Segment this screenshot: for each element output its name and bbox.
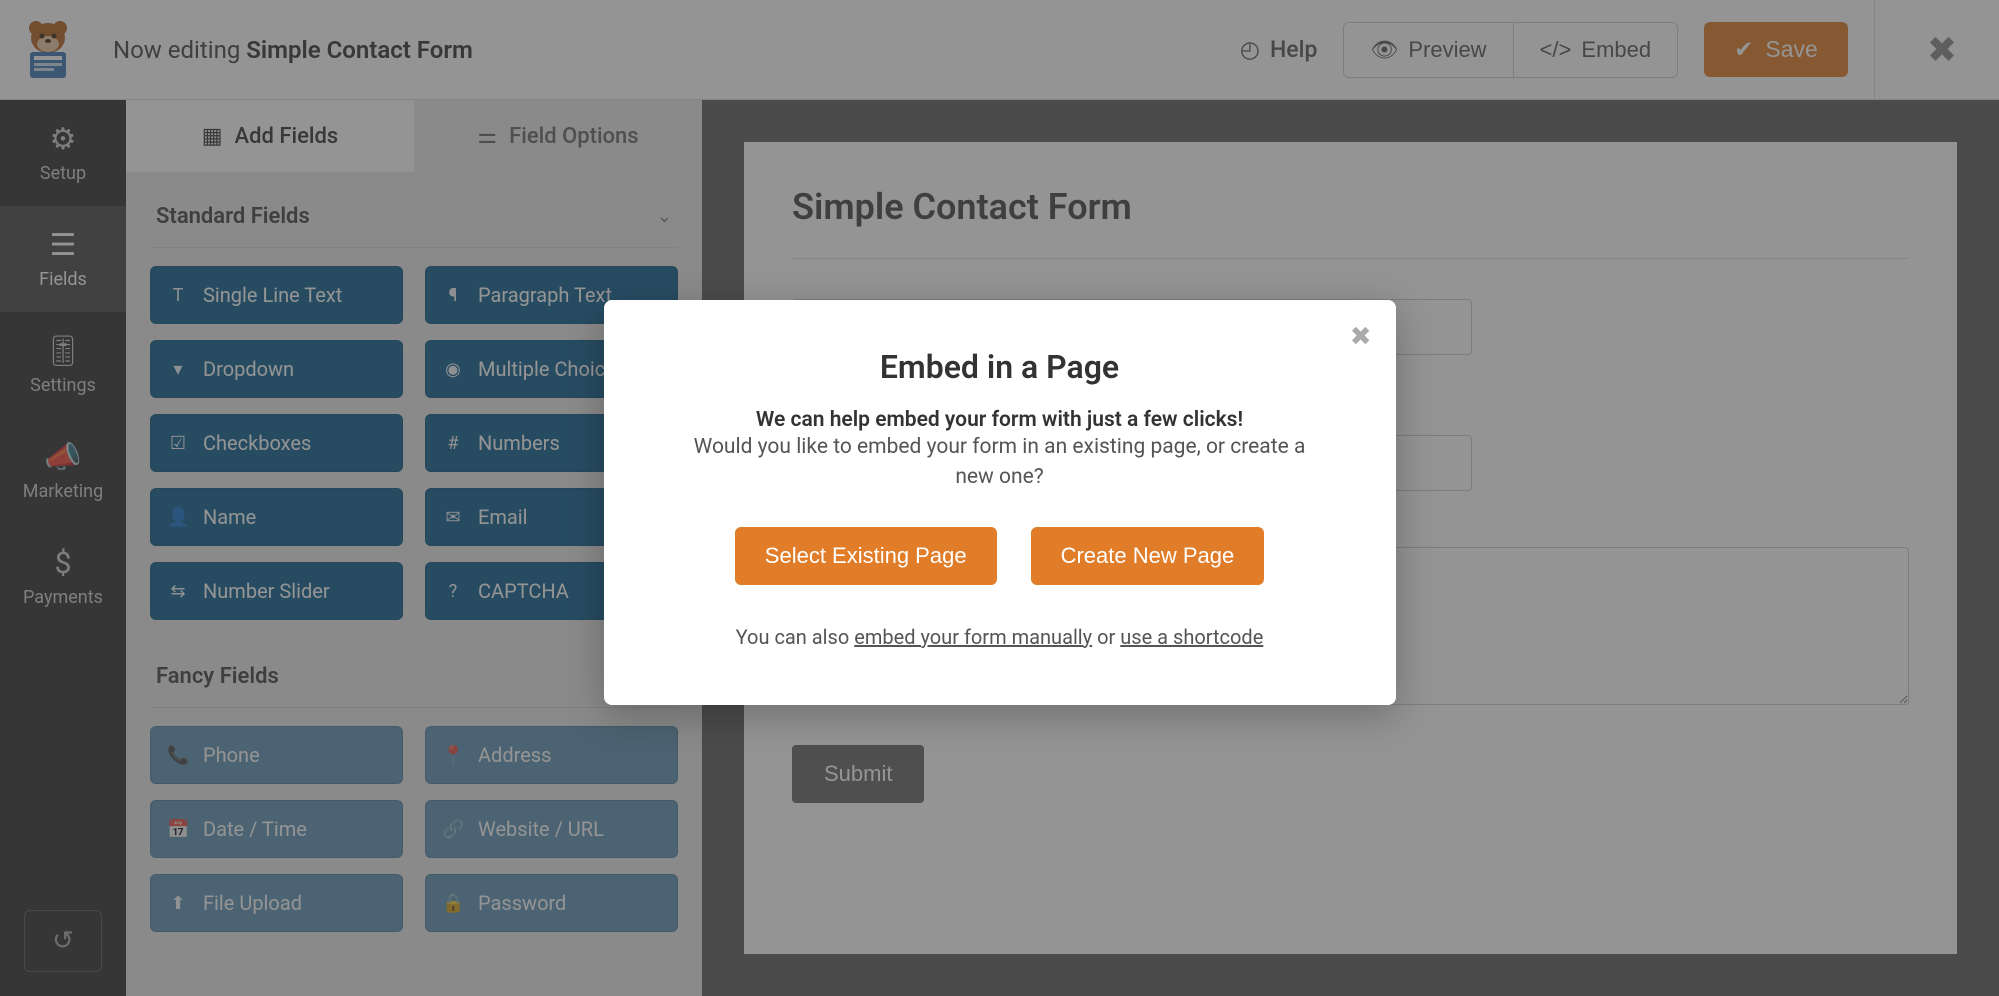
close-icon: ✖ [1350, 322, 1372, 352]
modal-title: Embed in a Page [660, 348, 1340, 386]
embed-modal: ✖ Embed in a Page We can help embed your… [604, 300, 1396, 705]
modal-actions: Select Existing Page Create New Page [660, 527, 1340, 585]
embed-manually-link[interactable]: embed your form manually [854, 625, 1092, 649]
modal-subtext: Would you like to embed your form in an … [660, 432, 1340, 493]
modal-footer: You can also embed your form manually or… [660, 625, 1340, 649]
footer-text: You can also [736, 625, 855, 649]
button-label: Select Existing Page [765, 543, 967, 568]
modal-close-button[interactable]: ✖ [1350, 322, 1372, 352]
button-label: Create New Page [1061, 543, 1235, 568]
select-existing-page-button[interactable]: Select Existing Page [735, 527, 997, 585]
footer-text: or [1092, 625, 1120, 649]
create-new-page-button[interactable]: Create New Page [1031, 527, 1265, 585]
modal-lead: We can help embed your form with just a … [660, 408, 1340, 432]
use-shortcode-link[interactable]: use a shortcode [1120, 625, 1263, 649]
